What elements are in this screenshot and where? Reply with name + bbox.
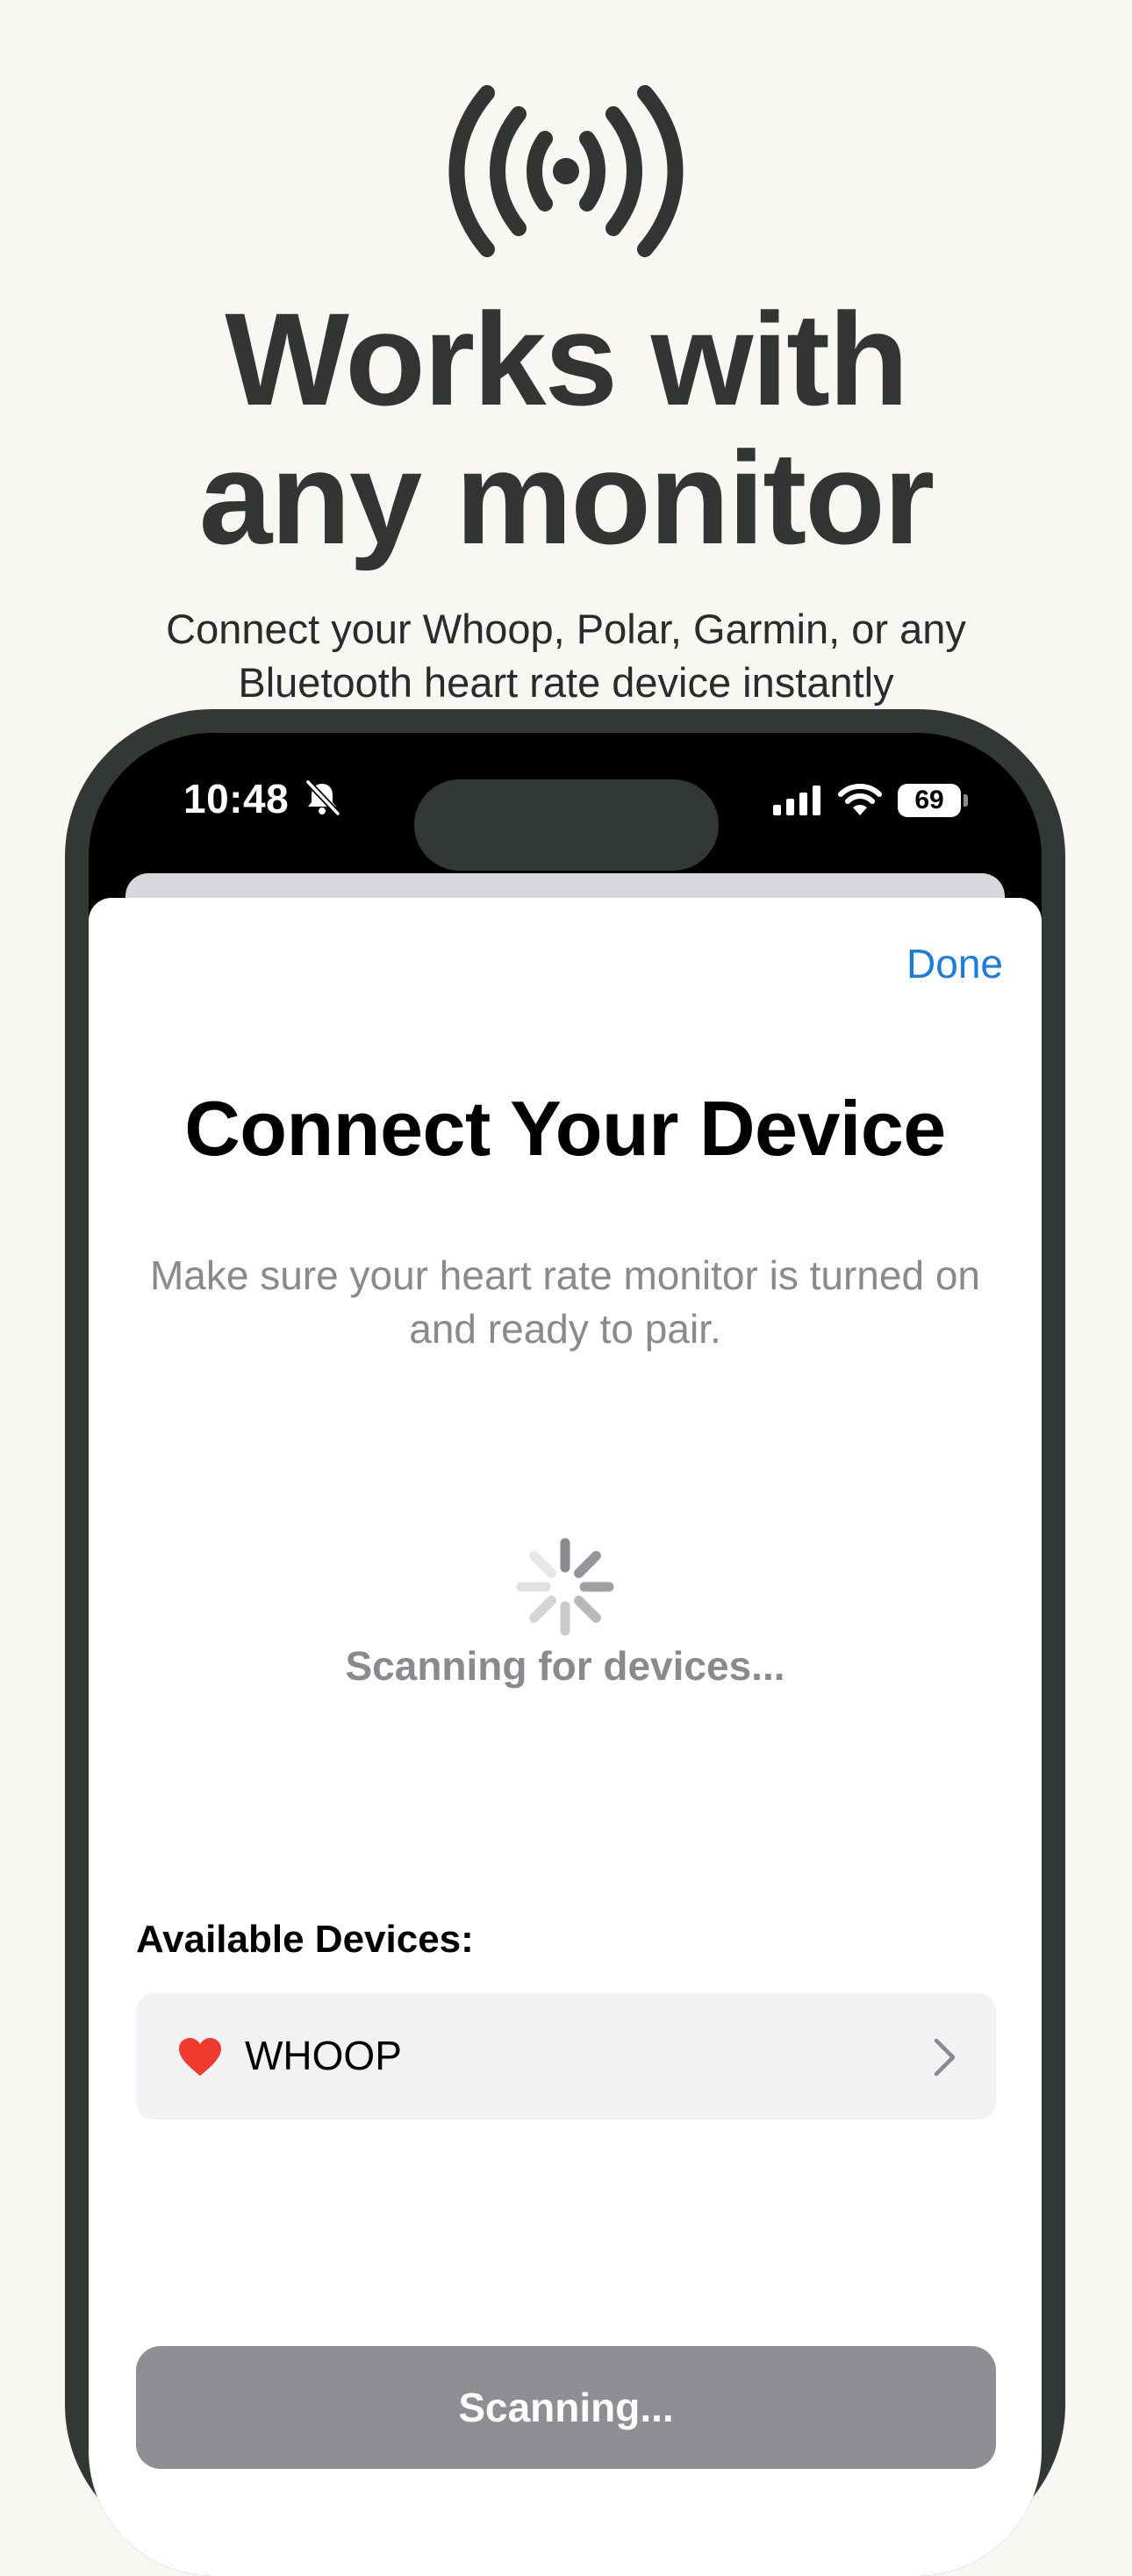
scanning-button[interactable]: Scanning... <box>136 2346 996 2469</box>
heart-icon <box>179 2038 221 2076</box>
activity-spinner-icon <box>516 1538 614 1636</box>
broadcast-icon <box>448 85 684 257</box>
battery-indicator: 69 <box>898 784 961 817</box>
status-time: 10:48 <box>183 776 290 822</box>
done-button[interactable]: Done <box>906 940 1003 987</box>
headline-line-1: Works with <box>225 285 908 433</box>
subhead-line-2: Bluetooth heart rate device instantly <box>238 659 894 706</box>
dynamic-island <box>414 779 719 871</box>
marketing-subhead: Connect your Whoop, Polar, Garmin, or an… <box>105 602 1027 709</box>
battery-cap <box>964 794 968 807</box>
chevron-right-icon <box>934 2038 956 2077</box>
headline-line-2: any monitor <box>198 424 935 571</box>
marketing-headline: Works with any monitor <box>0 290 1132 567</box>
wifi-icon <box>838 784 882 815</box>
bell-slash-icon <box>305 779 340 816</box>
device-name: WHOOP <box>245 2033 402 2078</box>
connect-device-sheet: Done Connect Your Device Make sure your … <box>89 898 1042 2576</box>
available-devices-label: Available Devices: <box>136 1918 474 1961</box>
cellular-signal-icon <box>773 786 820 815</box>
scanning-status: Scanning for devices... <box>345 1643 785 1689</box>
sheet-title: Connect Your Device <box>184 1085 946 1172</box>
subhead-line-1: Connect your Whoop, Polar, Garmin, or an… <box>166 606 966 652</box>
phone-screen: 10:48 69 Done Connect Your Device Make s… <box>89 733 1042 2576</box>
device-row-whoop[interactable]: WHOOP <box>136 1993 996 2120</box>
sheet-description: Make sure your heart rate monitor is tur… <box>149 1252 980 1352</box>
